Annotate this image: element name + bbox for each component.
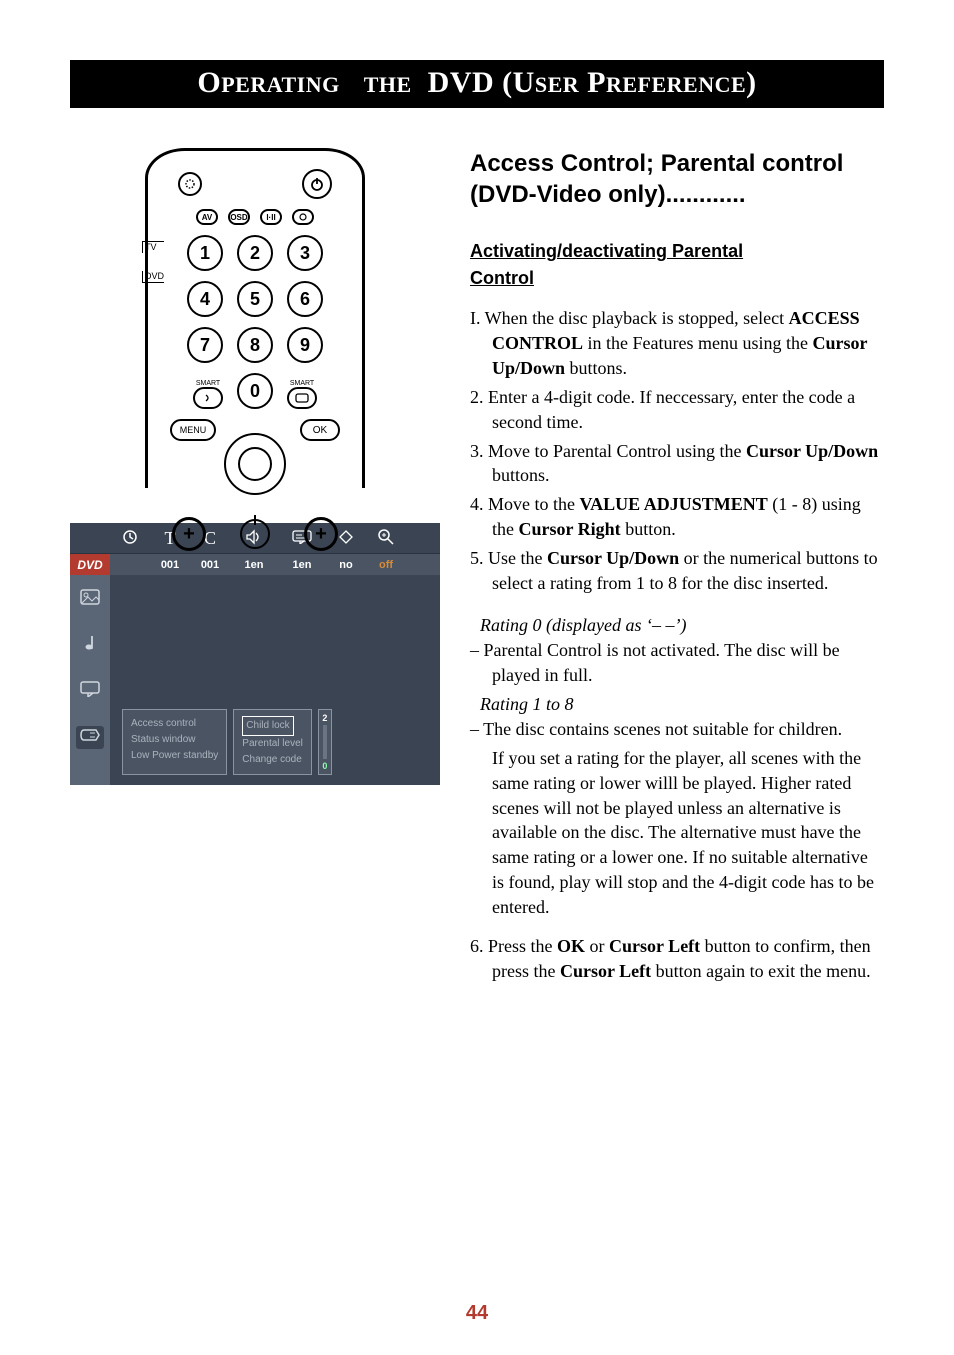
- panel-item-access-control: Access control: [131, 716, 218, 732]
- step-4: 4. Move to the VALUE ADJUSTMENT (1 - 8) …: [470, 492, 884, 542]
- channel-plus-right: +: [304, 517, 338, 551]
- time-icon: [110, 529, 150, 548]
- left-column: TV DVD AV OSD I·II: [70, 148, 440, 1003]
- smart-picture-button: [287, 387, 317, 409]
- dvd-logo: DVD: [70, 554, 110, 576]
- digit-7-button: 7: [187, 327, 223, 363]
- panel-item-child-lock: Child lock: [242, 716, 293, 736]
- remote-side-labels: TV DVD: [142, 241, 164, 283]
- osd-screenshot: T C DVD 001 001 1en 1en no off: [70, 523, 440, 785]
- rating-1-8-para: If you set a rating for the player, all …: [492, 746, 884, 920]
- remote-illustration: TV DVD AV OSD I·II: [145, 148, 365, 488]
- osd-panel-left: Access control Status window Low Power s…: [122, 709, 227, 775]
- features-tab-icon: [76, 726, 104, 749]
- step-2: 2. Enter a 4-digit code. If neccessary, …: [470, 385, 884, 435]
- section-title: Access Control; Parental control (DVD-Vi…: [470, 148, 884, 210]
- step-5: 5. Use the Cursor Up/Down or the numeric…: [470, 546, 884, 596]
- volume-plus-left: +: [172, 517, 206, 551]
- av-button: AV: [196, 209, 218, 225]
- digit-5-button: 5: [237, 281, 273, 317]
- side-label-dvd: DVD: [142, 271, 164, 283]
- section-title-line1: Access Control; Parental control: [470, 150, 843, 177]
- step-3: 3. Move to Parental Control using the Cu…: [470, 439, 884, 489]
- panel-item-parental-level: Parental level: [242, 736, 303, 752]
- side-label-tv: TV: [142, 241, 164, 253]
- section-header-bar: OPERATING THE DVD (USER PREFERENCE): [70, 60, 884, 108]
- osd-title-value: 001: [150, 559, 190, 571]
- digit-3-button: 3: [287, 235, 323, 271]
- step-1: I. When the disc playback is stopped, se…: [470, 306, 884, 380]
- smart-sound-button: [193, 387, 223, 409]
- language-tab-icon: [80, 681, 100, 702]
- digit-8-button: 8: [237, 327, 273, 363]
- digit-6-button: 6: [287, 281, 323, 317]
- power-button: [302, 169, 332, 199]
- osd-button: OSD: [228, 209, 250, 225]
- record-button: [292, 209, 314, 225]
- digit-2-button: 2: [237, 235, 273, 271]
- smart-left-label: SMART: [193, 380, 223, 387]
- subheading-line2: Control: [470, 268, 534, 288]
- digit-0-button: 0: [237, 373, 273, 409]
- rating-1-8-label: Rating 1 to 8: [480, 694, 884, 715]
- sound-tab-icon: [83, 634, 97, 657]
- page-number: 44: [466, 1302, 488, 1325]
- osd-angle-value: no: [326, 559, 366, 571]
- subheading-line1: Activating/deactivating Parental: [470, 241, 743, 261]
- digit-4-button: 4: [187, 281, 223, 317]
- slider-value-bottom: 0: [322, 761, 327, 771]
- subheading: Activating/deactivating Parental Control: [470, 238, 884, 292]
- osd-subtitle-value: 1en: [278, 559, 326, 571]
- slider-value-top: 2: [322, 713, 327, 723]
- rating-0-text: – Parental Control is not activated. The…: [470, 638, 884, 688]
- page: OPERATING THE DVD (USER PREFERENCE) TV D…: [0, 0, 954, 1355]
- section-title-line2: (DVD-Video only)............: [470, 181, 746, 208]
- osd-value-row: DVD 001 001 1en 1en no off: [70, 553, 440, 575]
- digit-9-button: 9: [287, 327, 323, 363]
- panel-item-change-code: Change code: [242, 752, 303, 768]
- panel-item-low-power: Low Power standby: [131, 748, 218, 764]
- section-header-title: OPERATING THE DVD (USER PREFERENCE): [197, 66, 756, 99]
- picture-tab-icon: [80, 589, 100, 610]
- menu-button: MENU: [170, 419, 216, 441]
- right-column: Access Control; Parental control (DVD-Vi…: [470, 148, 884, 1003]
- osd-sidebar: [70, 575, 110, 785]
- mute-button: [240, 519, 270, 549]
- digit-1-button: 1: [187, 235, 223, 271]
- step-6-list: 6. Press the OK or Cursor Left button to…: [470, 934, 884, 984]
- audio-mode-button: I·II: [260, 209, 282, 225]
- dim-button: [178, 172, 202, 196]
- smart-right-label: SMART: [287, 380, 317, 387]
- zoom-icon: [366, 529, 406, 548]
- cursor-pad: MENU OK: [190, 419, 320, 509]
- osd-zoom-value: off: [366, 559, 406, 571]
- panel-item-status-window: Status window: [131, 732, 218, 748]
- osd-value-slider: 2 0: [318, 709, 332, 775]
- rating-1-8-text: – The disc contains scenes not suitable …: [470, 717, 884, 742]
- osd-audio-value: 1en: [230, 559, 278, 571]
- rating-0-label: Rating 0 (displayed as ‘– –’): [480, 615, 884, 636]
- step-6: 6. Press the OK or Cursor Left button to…: [470, 934, 884, 984]
- steps-list: I. When the disc playback is stopped, se…: [470, 306, 884, 595]
- ok-button: OK: [300, 419, 340, 441]
- osd-chapter-value: 001: [190, 559, 230, 571]
- osd-panel-right: Child lock Parental level Change code: [233, 709, 312, 775]
